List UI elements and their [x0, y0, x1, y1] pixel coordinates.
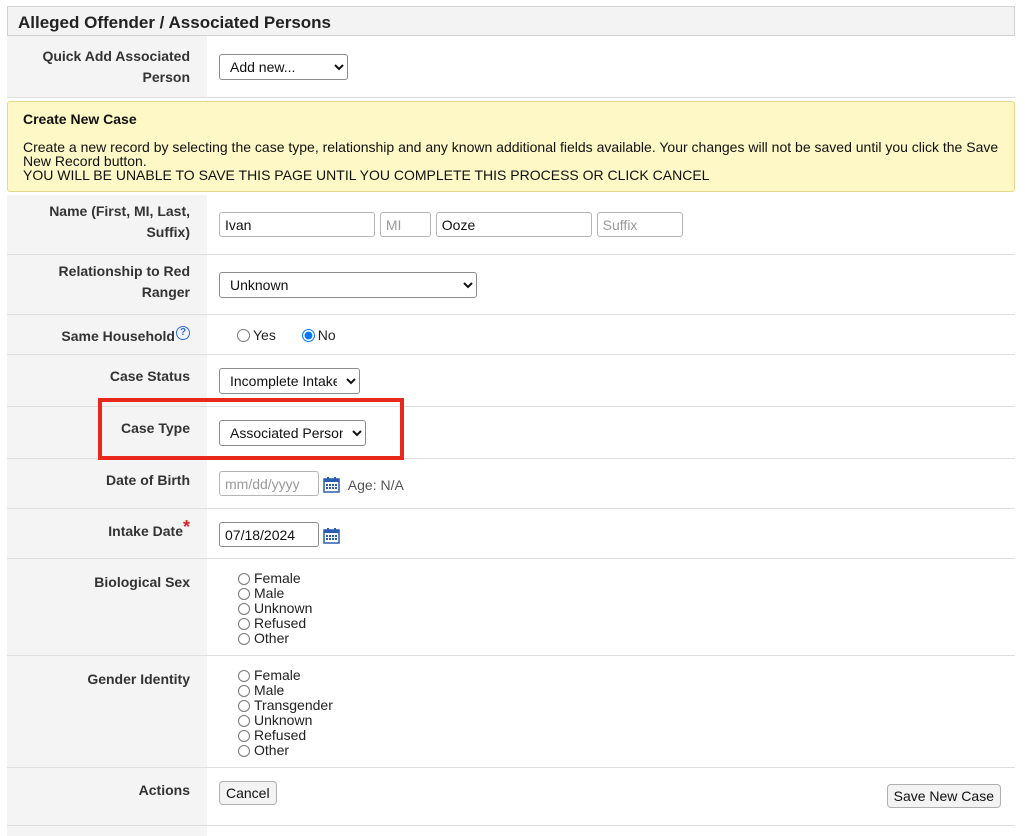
- intake-date-input[interactable]: [219, 522, 319, 547]
- gender-other-label: Other: [254, 742, 290, 758]
- bio-sex-male[interactable]: Male: [238, 586, 1003, 601]
- biological-sex-label: Biological Sex: [7, 559, 207, 655]
- bio-sex-female[interactable]: Female: [238, 571, 1003, 586]
- quick-add-field: Add new...: [207, 36, 1015, 97]
- household-yes[interactable]: Yes: [237, 327, 276, 343]
- gender-male[interactable]: Male: [238, 683, 1003, 698]
- case-status-label: Case Status: [7, 355, 207, 406]
- dob-row: Date of Birth Age: N/A: [7, 459, 1015, 509]
- gender-other[interactable]: Other: [238, 743, 1003, 758]
- quick-add-label: Quick Add Associated Person: [7, 36, 207, 97]
- intake-field: [207, 509, 1015, 558]
- bio-sex-male-radio[interactable]: [238, 587, 250, 600]
- case-status-select[interactable]: Incomplete Intake: [219, 368, 360, 394]
- required-marker: *: [182, 517, 190, 537]
- bio-sex-female-radio[interactable]: [238, 572, 250, 585]
- gender-identity-options: Female Male Transgender Unknown Refused …: [207, 656, 1015, 767]
- panel-title: Alleged Offender / Associated Persons: [7, 6, 1015, 36]
- gender-identity-row: Gender Identity Female Male Transgender …: [7, 656, 1015, 768]
- associated-persons-panel: Alleged Offender / Associated Persons Qu…: [7, 6, 1015, 836]
- footer-label-cell: [7, 826, 207, 836]
- case-type-select[interactable]: Associated Person: [219, 420, 366, 446]
- bio-sex-other[interactable]: Other: [238, 631, 1003, 646]
- gender-refused[interactable]: Refused: [238, 728, 1003, 743]
- gender-unknown[interactable]: Unknown: [238, 713, 1003, 728]
- quick-add-row: Quick Add Associated Person Add new...: [7, 36, 1015, 98]
- case-type-label: Case Type: [7, 407, 207, 458]
- household-field: Yes No: [207, 315, 1015, 354]
- dob-field: Age: N/A: [207, 459, 1015, 508]
- gender-transgender-radio[interactable]: [238, 699, 250, 712]
- household-no-label: No: [317, 327, 336, 343]
- bio-sex-male-label: Male: [254, 585, 285, 601]
- relationship-label: Relationship to Red Ranger: [7, 255, 207, 314]
- gender-refused-radio[interactable]: [238, 729, 250, 742]
- bio-sex-refused-label: Refused: [254, 615, 307, 631]
- calendar-icon[interactable]: [323, 527, 340, 545]
- gender-transgender[interactable]: Transgender: [238, 698, 1003, 713]
- cancel-button[interactable]: Cancel: [219, 781, 277, 805]
- actions-row: Actions Cancel Save New Case: [7, 768, 1015, 826]
- gender-female-radio[interactable]: [238, 669, 250, 682]
- actions-field: Cancel Save New Case: [207, 768, 1015, 825]
- gender-transgender-label: Transgender: [254, 697, 333, 713]
- save-new-case-button[interactable]: Save New Case: [886, 784, 1001, 808]
- bio-sex-unknown-label: Unknown: [254, 600, 313, 616]
- help-icon[interactable]: ?: [176, 326, 190, 340]
- gender-male-radio[interactable]: [238, 684, 250, 697]
- suffix-input[interactable]: [596, 212, 683, 237]
- bio-sex-other-radio[interactable]: [238, 632, 250, 645]
- name-row: Name (First, MI, Last, Suffix): [7, 195, 1015, 255]
- household-row: Same Household? Yes No: [7, 315, 1015, 355]
- calendar-icon[interactable]: [323, 476, 340, 494]
- household-no[interactable]: No: [301, 327, 336, 343]
- relationship-row: Relationship to Red Ranger Unknown: [7, 255, 1015, 315]
- gender-female-label: Female: [254, 667, 301, 683]
- bio-sex-female-label: Female: [254, 570, 301, 586]
- notice-warning: YOU WILL BE UNABLE TO SAVE THIS PAGE UNT…: [23, 167, 710, 183]
- household-label-cell: Same Household?: [7, 315, 207, 354]
- gender-unknown-label: Unknown: [254, 712, 313, 728]
- dob-input[interactable]: [219, 471, 319, 496]
- biological-sex-options: Female Male Unknown Refused Other: [207, 559, 1015, 655]
- bio-sex-refused-radio[interactable]: [238, 617, 250, 630]
- case-status-row: Case Status Incomplete Intake: [7, 355, 1015, 407]
- household-yes-label: Yes: [253, 327, 276, 343]
- last-name-input[interactable]: [435, 212, 592, 237]
- create-case-notice: Create New Case Create a new record by s…: [7, 101, 1015, 192]
- relationship-select[interactable]: Unknown: [219, 272, 477, 298]
- name-fields: [207, 195, 1015, 254]
- bio-sex-other-label: Other: [254, 630, 290, 646]
- household-no-radio[interactable]: [301, 328, 315, 342]
- dob-label: Date of Birth: [7, 459, 207, 508]
- age-text: Age: N/A: [347, 476, 404, 493]
- intake-label: Intake Date: [108, 523, 183, 539]
- bio-sex-unknown-radio[interactable]: [238, 602, 250, 615]
- gender-female[interactable]: Female: [238, 668, 1003, 683]
- intake-label-cell: Intake Date*: [7, 509, 207, 558]
- gender-refused-label: Refused: [254, 727, 307, 743]
- actions-label: Actions: [7, 768, 207, 825]
- case-status-field: Incomplete Intake: [207, 355, 1015, 406]
- quick-add-select[interactable]: Add new...: [219, 54, 348, 80]
- case-type-row: Case Type Associated Person: [7, 407, 1015, 459]
- gender-unknown-radio[interactable]: [238, 714, 250, 727]
- intake-row: Intake Date*: [7, 509, 1015, 559]
- gender-male-label: Male: [254, 682, 285, 698]
- relationship-field: Unknown: [207, 255, 1015, 314]
- footer-strip: [7, 826, 1015, 836]
- case-type-field: Associated Person: [207, 407, 1015, 458]
- household-yes-radio[interactable]: [237, 328, 250, 342]
- household-label: Same Household: [61, 328, 175, 344]
- gender-identity-label: Gender Identity: [7, 656, 207, 767]
- first-name-input[interactable]: [219, 212, 375, 237]
- biological-sex-row: Biological Sex Female Male Unknown Refus…: [7, 559, 1015, 656]
- bio-sex-refused[interactable]: Refused: [238, 616, 1003, 631]
- notice-title: Create New Case: [23, 111, 137, 127]
- notice-body: Create a new record by selecting the cas…: [23, 139, 999, 169]
- bio-sex-unknown[interactable]: Unknown: [238, 601, 1003, 616]
- name-label: Name (First, MI, Last, Suffix): [7, 195, 207, 254]
- middle-initial-input[interactable]: [379, 212, 431, 237]
- gender-other-radio[interactable]: [238, 744, 250, 757]
